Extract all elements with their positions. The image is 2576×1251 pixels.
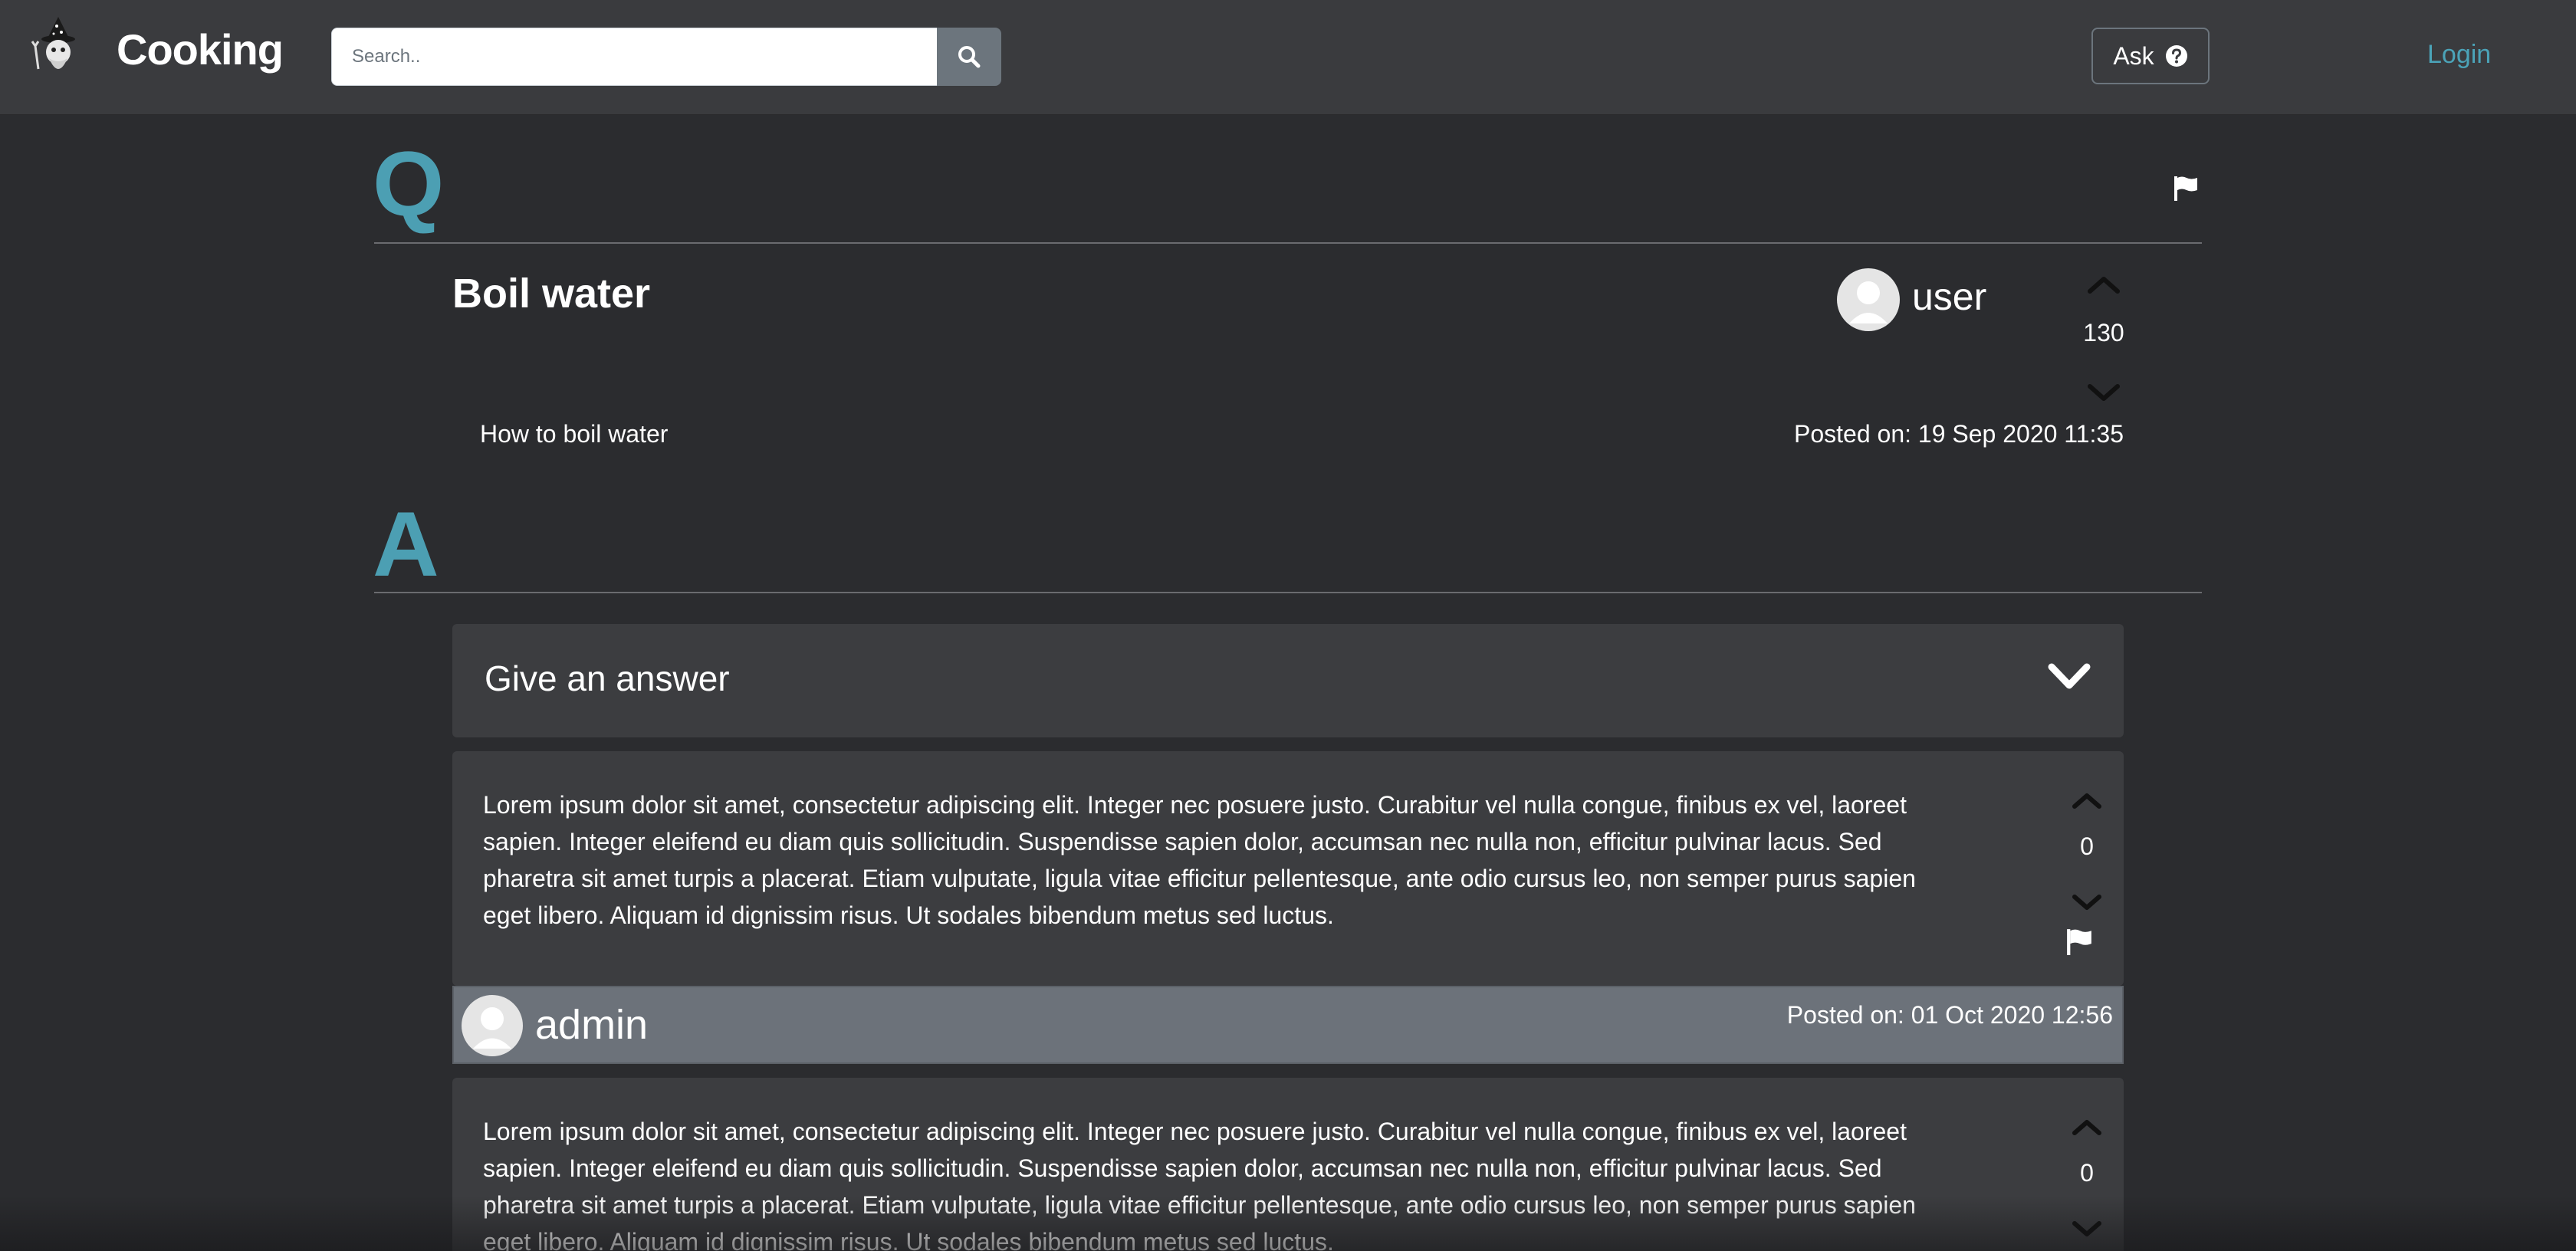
answer-card: Lorem ipsum dolor sit amet, consectetur … <box>452 751 2124 986</box>
answer-card: Lorem ipsum dolor sit amet, consectetur … <box>452 1078 2124 1251</box>
flag-answer-icon[interactable] <box>2065 928 2093 955</box>
question-circle-icon <box>2165 45 2187 67</box>
question-title: Boil water <box>452 271 651 317</box>
answer-section-letter: A <box>373 493 439 596</box>
downvote-question-icon[interactable] <box>2087 383 2121 403</box>
question-body: How to boil water <box>480 420 669 448</box>
question-section-letter: Q <box>373 133 445 235</box>
downvote-answer-icon[interactable] <box>2072 894 2102 912</box>
downvote-answer-icon[interactable] <box>2072 1220 2102 1239</box>
chevron-down-icon[interactable] <box>2047 661 2091 691</box>
answer-posted-date: Posted on: 01 Oct 2020 12:56 <box>1786 1001 2113 1029</box>
wizard-chef-logo-icon[interactable] <box>28 15 89 83</box>
question-divider <box>374 242 2202 244</box>
upvote-answer-icon[interactable] <box>2072 1118 2102 1136</box>
answer-text: Lorem ipsum dolor sit amet, consectetur … <box>483 791 1916 929</box>
ask-label: Ask <box>2113 41 2154 70</box>
navbar: Cooking Ask Login <box>0 0 2576 115</box>
flag-question-icon[interactable] <box>2173 175 2199 201</box>
user-avatar[interactable] <box>1837 268 1900 331</box>
answer-author[interactable]: admin <box>535 1001 648 1049</box>
answer-footer: admin Posted on: 01 Oct 2020 12:56 <box>452 986 2124 1064</box>
upvote-question-icon[interactable] <box>2087 274 2121 294</box>
question-author[interactable]: user <box>1912 274 1986 319</box>
answer-text: Lorem ipsum dolor sit amet, consectetur … <box>483 1118 1916 1251</box>
give-answer-toggle[interactable]: Give an answer <box>452 624 2124 737</box>
question-vote-count: 130 <box>2083 319 2124 346</box>
admin-avatar[interactable] <box>462 995 523 1056</box>
search-icon <box>958 46 981 68</box>
search-input[interactable] <box>331 28 938 86</box>
brand-title[interactable]: Cooking <box>117 25 284 74</box>
answer-vote-count: 0 <box>2080 832 2094 860</box>
give-answer-label: Give an answer <box>485 658 730 698</box>
upvote-answer-icon[interactable] <box>2072 791 2102 809</box>
search-button[interactable] <box>937 28 1001 86</box>
login-link[interactable]: Login <box>2427 40 2491 70</box>
answer-vote-count: 0 <box>2080 1159 2094 1187</box>
answer-divider <box>374 592 2202 593</box>
question-posted-date: Posted on: 19 Sep 2020 11:35 <box>1794 420 2124 448</box>
ask-button[interactable]: Ask <box>2091 28 2210 84</box>
